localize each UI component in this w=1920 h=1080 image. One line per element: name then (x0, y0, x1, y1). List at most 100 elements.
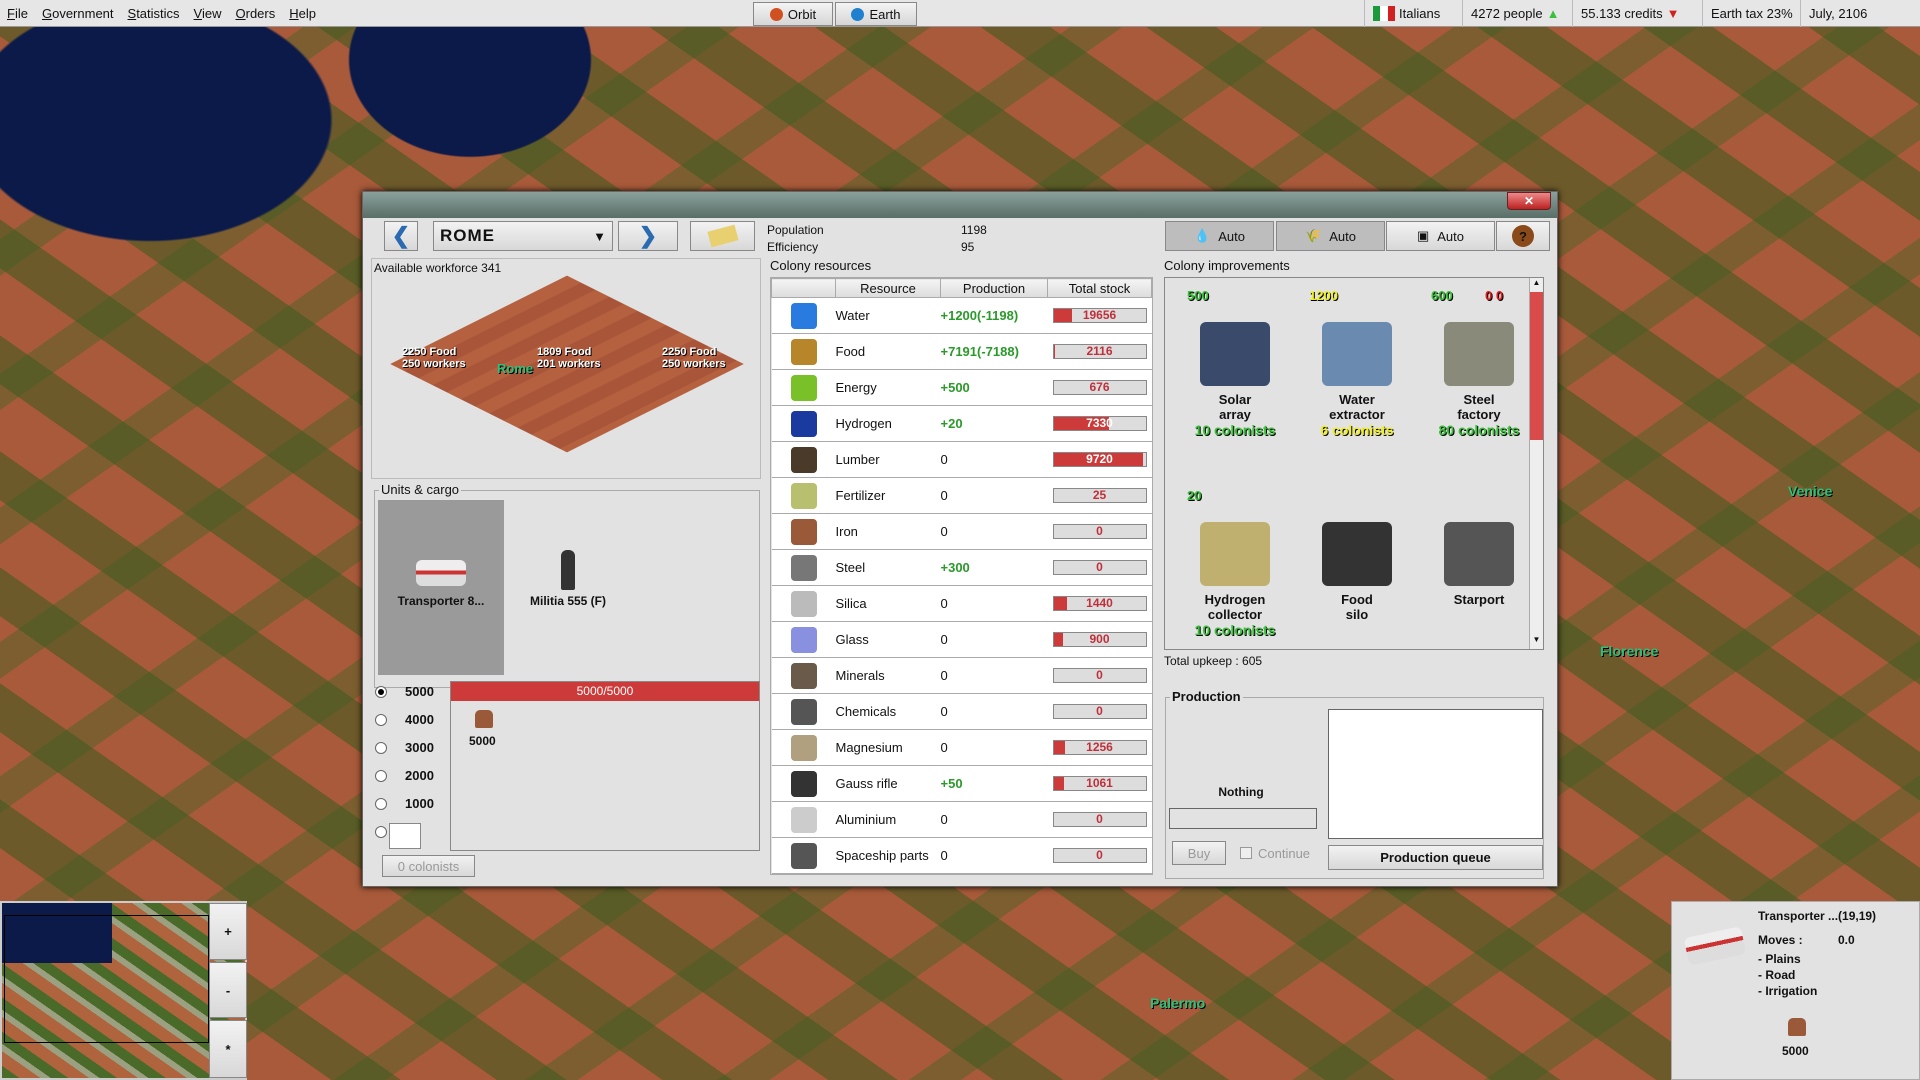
amount-radio[interactable] (375, 714, 387, 726)
water-icon (790, 302, 817, 329)
buy-button[interactable]: Buy (1172, 841, 1226, 865)
resource-stock-cell: 900 (1047, 621, 1152, 658)
map-label-florence[interactable]: Florence (1600, 643, 1658, 659)
improvement-name: Starport (1453, 592, 1505, 607)
resource-icon-cell (771, 513, 836, 550)
production-queue-button[interactable]: Production queue (1328, 845, 1543, 870)
close-button[interactable]: ✕ (1507, 192, 1551, 210)
resource-row[interactable]: Food +7191(-7188) 2116 (771, 333, 1152, 370)
resource-row[interactable]: Minerals 0 0 (771, 657, 1152, 694)
zoom-in-button[interactable]: + (209, 903, 247, 960)
amount-radio[interactable] (375, 798, 387, 810)
minimap[interactable]: + - * (0, 901, 247, 1080)
col-total-stock[interactable]: Total stock (1047, 278, 1152, 298)
production-list[interactable] (1328, 709, 1543, 839)
center-button[interactable]: * (209, 1020, 247, 1078)
improvement-food-silo[interactable]: Food silo (1295, 488, 1419, 622)
auto-fertilizer-button[interactable]: ▣ Auto (1386, 221, 1495, 251)
improvement-water-extractor[interactable]: 1200 Water extractor 6 colonists (1295, 288, 1419, 438)
earth-button[interactable]: Earth (835, 2, 917, 26)
resource-row[interactable]: Fertilizer 0 25 (771, 477, 1152, 514)
improvement-hydrogen-collector[interactable]: 20 Hydrogen collector 10 colonists (1173, 488, 1297, 638)
improvement-starport[interactable]: Starport (1417, 488, 1541, 607)
resource-icon-cell (771, 729, 836, 766)
menu-orders[interactable]: Orders (228, 6, 282, 21)
zoom-out-button[interactable]: - (209, 962, 247, 1018)
rename-tag-button[interactable] (690, 221, 755, 251)
resource-row[interactable]: Aluminium 0 0 (771, 801, 1152, 838)
resource-production: +500 (940, 369, 1048, 406)
orbit-button[interactable]: Orbit (753, 2, 833, 26)
game-date: July, 2106 (1809, 6, 1868, 21)
tile-label[interactable]: 2250 Food 250 workers (662, 346, 726, 370)
stock-value: 0 (1096, 668, 1103, 682)
tile-label[interactable]: 1809 Food 201 workers (537, 346, 601, 370)
resource-icon-cell (771, 477, 836, 514)
resource-row[interactable]: Water +1200(-1198) 19656 (771, 297, 1152, 334)
resource-row[interactable]: Lumber 0 9720 (771, 441, 1152, 478)
improvement-steel-factory[interactable]: 600 0 0 Steel factory 80 colonists (1417, 288, 1541, 438)
dialog-titlebar[interactable]: ✕ (363, 192, 1557, 218)
col-resource[interactable]: Resource (835, 278, 941, 298)
resource-stock-cell: 1061 (1047, 765, 1152, 802)
credits-status: 55.133 credits ▼ (1572, 0, 1688, 27)
aluminium-icon (790, 806, 817, 833)
resource-row[interactable]: Chemicals 0 0 (771, 693, 1152, 730)
improvement-colonists: 6 colonists (1320, 422, 1394, 438)
tile-label[interactable]: 2250 Food 250 workers (402, 346, 466, 370)
menu-file[interactable]: File (0, 6, 35, 21)
scroll-down-icon[interactable]: ▼ (1530, 635, 1543, 649)
resource-stock-cell: 0 (1047, 513, 1152, 550)
menu-statistics[interactable]: Statistics (121, 6, 187, 21)
improvement-solar-array[interactable]: 500 Solar array 10 colonists (1173, 288, 1297, 438)
auto-food-button[interactable]: 🌾 Auto (1276, 221, 1385, 251)
previous-colony-button[interactable]: ❮ (384, 221, 418, 251)
improvement-output: 20 (1187, 488, 1202, 503)
unit-transporter[interactable]: Transporter 8... (378, 500, 504, 675)
colonists-label: 0 colonists (397, 858, 460, 874)
amount-radio[interactable] (375, 742, 387, 754)
improvements-grid: ▲ ▼ 500 Solar array 10 colonists 1200 Wate… (1164, 277, 1544, 650)
resource-stock-cell: 0 (1047, 657, 1152, 694)
resource-row[interactable]: Silica 0 1440 (771, 585, 1152, 622)
stock-bar: 0 (1052, 848, 1147, 863)
colony-select[interactable]: ROME ▼ (433, 221, 613, 251)
colony-map[interactable]: Available workforce 341 2250 Food 250 wor… (371, 258, 761, 479)
amount-label: 5000 (405, 684, 434, 699)
minimap-viewport[interactable] (4, 915, 209, 1043)
resource-row[interactable]: Energy +500 676 (771, 369, 1152, 406)
earth-label: Earth (869, 6, 901, 22)
resource-row[interactable]: Steel +300 0 (771, 549, 1152, 586)
amount-radio[interactable] (375, 826, 387, 838)
stock-value: 1061 (1086, 776, 1113, 790)
menu-view[interactable]: View (187, 6, 229, 21)
amount-radio[interactable] (375, 686, 387, 698)
buy-label: Buy (1187, 845, 1211, 861)
menu-help[interactable]: Help (282, 6, 323, 21)
continue-checkbox[interactable] (1240, 847, 1252, 859)
auto-water-button[interactable]: 💧 Auto (1165, 221, 1274, 251)
resource-row[interactable]: Hydrogen +20 7330 (771, 405, 1152, 442)
amount-radio[interactable] (375, 770, 387, 782)
units-cargo-panel: Units & cargo Transporter 8... Militia 5… (374, 482, 760, 688)
resource-row[interactable]: Magnesium 0 1256 (771, 729, 1152, 766)
resource-row[interactable]: Iron 0 0 (771, 513, 1152, 550)
custom-amount-input[interactable] (389, 823, 421, 849)
unit-militia[interactable]: Militia 555 (F) (505, 500, 631, 675)
resource-icon-cell (771, 549, 836, 586)
colonists-button[interactable]: 0 colonists (382, 855, 475, 877)
col-production[interactable]: Production (940, 278, 1048, 298)
next-colony-button[interactable]: ❯ (618, 221, 678, 251)
improvement-name-2: silo (1345, 607, 1369, 622)
steel-icon (790, 554, 817, 581)
map-label-palermo[interactable]: Palermo (1150, 995, 1205, 1011)
resource-stock-cell: 0 (1047, 549, 1152, 586)
resource-row[interactable]: Spaceship parts 0 0 (771, 837, 1152, 874)
improvement-icon (1200, 522, 1270, 586)
menu-government[interactable]: Government (35, 6, 121, 21)
map-label-venice[interactable]: Venice (1788, 483, 1832, 499)
help-button[interactable]: ? (1496, 221, 1550, 251)
resource-row[interactable]: Glass 0 900 (771, 621, 1152, 658)
unit-cargo-amount: 5000 (1782, 1044, 1809, 1058)
resource-row[interactable]: Gauss rifle +50 1061 (771, 765, 1152, 802)
